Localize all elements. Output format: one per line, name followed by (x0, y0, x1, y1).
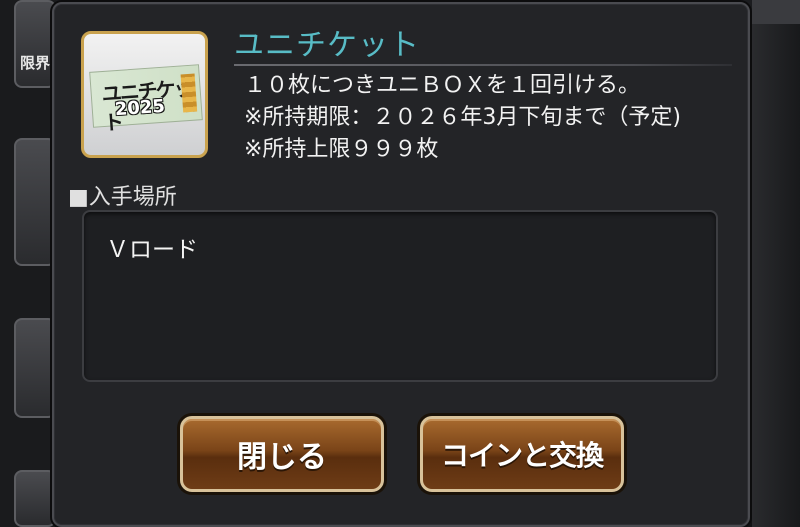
description-line: ※所持期限：２０２６年3月下旬まで（予定) (244, 105, 682, 130)
background-right-header (752, 0, 800, 24)
item-description: １０枚につきユニＢＯＸを１回引ける。 ※所持期限：２０２６年3月下旬まで（予定)… (244, 70, 681, 166)
ticket-image-year: 2025 (114, 95, 166, 121)
source-list-box[interactable]: Ｖロード (82, 210, 718, 382)
exchange-for-coins-button[interactable]: コインと交換 (420, 416, 624, 492)
source-section-label: ■入手場所 (68, 185, 177, 210)
description-line: １０枚につきユニＢＯＸを１回引ける。 (244, 73, 641, 98)
background-card[interactable]: 限界 (14, 0, 56, 88)
background-card[interactable] (14, 318, 56, 418)
ticket-image: ユニチケット 2025 (89, 64, 203, 135)
background-left-list: 限界 (0, 0, 56, 527)
item-title: ユニチケット (234, 28, 420, 63)
ticket-stripe (180, 73, 198, 113)
background-right-panel (752, 0, 800, 527)
title-divider (234, 64, 732, 66)
item-detail-dialog: ユニチケット 2025 ユニチケット １０枚につきユニＢＯＸを１回引ける。 ※所… (52, 2, 750, 527)
background-card[interactable] (14, 470, 56, 527)
description-line: ※所持上限９９９枚 (244, 137, 439, 162)
background-card-tag: 限界 (20, 54, 51, 72)
item-thumbnail: ユニチケット 2025 (81, 31, 208, 158)
source-list-item: Ｖロード (106, 237, 198, 263)
background-card[interactable] (14, 138, 56, 266)
close-button[interactable]: 閉じる (180, 416, 384, 492)
